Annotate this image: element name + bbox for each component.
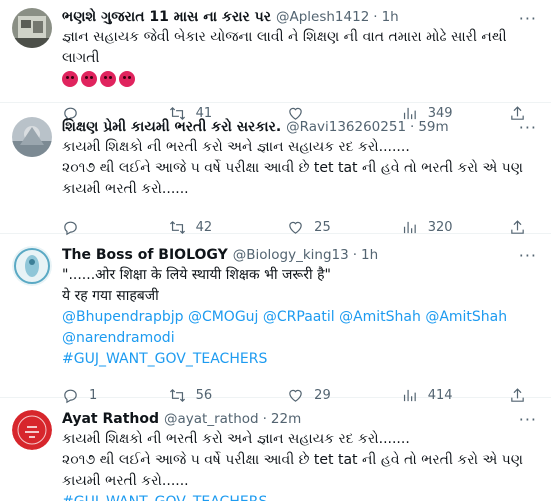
hashtag-link[interactable]: #GUJ_WANT_GOV_TEACHERS (62, 349, 539, 370)
avatar[interactable] (12, 117, 52, 157)
pouting-face-icon (81, 71, 97, 87)
separator-dot: · (262, 411, 267, 427)
tweet-text: કાયમી શિક્ષકો ની ભરતી કરો અને જ્ઞાન સહાય… (62, 431, 523, 489)
reply-icon (64, 221, 77, 235)
user-handle[interactable]: @Aplesh1412 (276, 9, 369, 25)
share-icon (511, 219, 525, 234)
views-chart-icon (403, 221, 416, 233)
tweet-header: ભણશે ગુજરાત 11 માસ ના કરાર પર @Aplesh141… (62, 7, 539, 27)
more-options-icon[interactable]: ··· (519, 410, 537, 429)
tweet-text: જ્ઞાન સહાયક જેવી બેકાર યોજના લાવી ને શિક… (62, 29, 507, 66)
emoji-row (62, 71, 539, 91)
tweet[interactable]: Ayat Rathod @ayat_rathod · 22m ··· કાયમી… (0, 398, 551, 501)
tweet-header: The Boss of BIOLOGY @Biology_king13 · 1h (62, 245, 539, 265)
tweet[interactable]: The Boss of BIOLOGY @Biology_king13 · 1h… (0, 234, 551, 403)
display-name[interactable]: Ayat Rathod (62, 411, 159, 427)
retweet-button[interactable]: 42 (169, 219, 288, 236)
tweet-text: કાયમી શિક્ષકો ની ભરતી કરો અને જ્ઞાન સહાય… (62, 139, 523, 197)
user-handle[interactable]: @ayat_rathod (164, 411, 259, 427)
retweet-icon (169, 220, 185, 234)
mention-link-narendramodi[interactable]: @narendramodi (62, 328, 539, 349)
views-button[interactable]: 320 (401, 219, 510, 236)
tweet[interactable]: ભણશે ગુજરાત 11 માસ ના કરાર પર @Aplesh141… (0, 0, 551, 121)
retweet-count: 42 (195, 219, 213, 235)
avatar[interactable] (12, 410, 52, 450)
timestamp[interactable]: 59m (418, 119, 448, 135)
tweet-header: Ayat Rathod @ayat_rathod · 22m (62, 409, 539, 429)
avatar[interactable] (12, 8, 52, 48)
pouting-face-icon (100, 71, 116, 87)
hashtag-link[interactable]: #GUJ_WANT_GOV_TEACHERS (62, 492, 539, 501)
timestamp[interactable]: 22m (271, 411, 301, 427)
avatar[interactable] (12, 246, 52, 286)
heart-icon (289, 221, 302, 234)
share-button[interactable] (509, 219, 539, 236)
display-name[interactable]: The Boss of BIOLOGY (62, 247, 228, 263)
timestamp[interactable]: 1h (361, 247, 378, 263)
user-handle[interactable]: @Biology_king13 (233, 247, 349, 263)
tweet-header: શિક્ષણ પ્રેમી કાયમી ભરતી કરો સરકાર. @Rav… (62, 117, 539, 137)
more-options-icon[interactable]: ··· (519, 118, 537, 137)
pouting-face-icon (62, 71, 78, 87)
more-options-icon[interactable]: ··· (519, 9, 537, 28)
display-name[interactable]: ભણશે ગુજરાત 11 માસ ના કરાર પર (62, 9, 271, 25)
tweet[interactable]: શિક્ષણ પ્રેમી કાયમી ભરતી કરો સરકાર. @Rav… (0, 103, 551, 236)
display-name[interactable]: શિક્ષણ પ્રેમી કાયમી ભરતી કરો સરકાર. (62, 119, 281, 135)
like-button[interactable]: 25 (287, 219, 401, 236)
user-handle[interactable]: @Ravi136260251 (286, 119, 406, 135)
like-count: 25 (314, 219, 331, 235)
tweet-feed: ભણશે ગુજરાત 11 માસ ના કરાર પર @Aplesh141… (0, 0, 551, 501)
mention-links[interactable]: @Bhupendrapbjp @CMOGuj @CRPaatil @AmitSh… (62, 307, 539, 328)
view-count: 320 (427, 219, 453, 235)
reply-button[interactable] (62, 219, 169, 236)
separator-dot: · (410, 119, 415, 135)
timestamp[interactable]: 1h (382, 9, 399, 25)
separator-dot: · (352, 247, 357, 263)
separator-dot: · (373, 9, 378, 25)
tweet-text: "......ओर शिक्षा के लिये स्थायी शिक्षक भ… (62, 267, 331, 304)
more-options-icon[interactable]: ··· (519, 246, 537, 265)
pouting-face-icon (119, 71, 135, 87)
